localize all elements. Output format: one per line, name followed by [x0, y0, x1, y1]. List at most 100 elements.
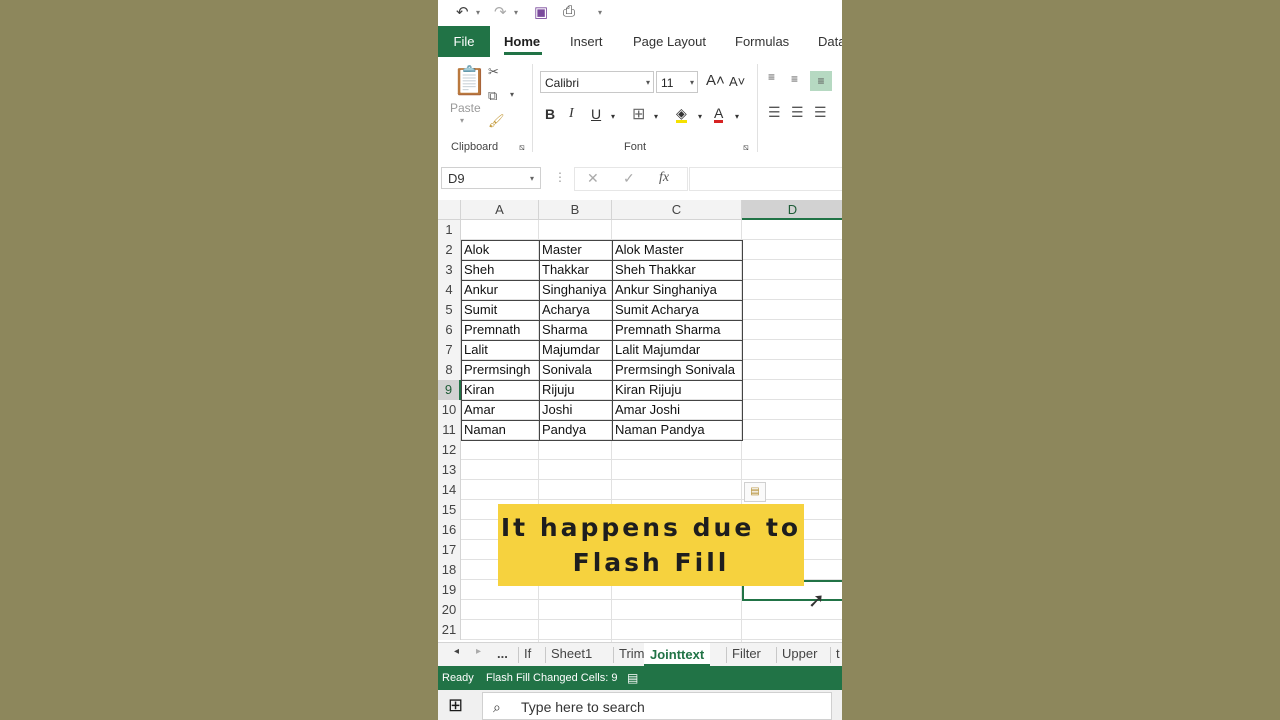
cell-b9[interactable]: Rijuju — [539, 380, 612, 400]
row-header-9[interactable]: 9 — [438, 380, 461, 400]
align-top-icon[interactable]: ≡ — [768, 70, 775, 84]
row-header-21[interactable]: 21 — [438, 620, 461, 640]
sheet-tab-trim[interactable]: Trim — [619, 646, 645, 661]
font-size-select[interactable]: 11 ▾ — [656, 71, 698, 93]
cell-a6[interactable]: Premnath — [461, 320, 539, 340]
save-icon[interactable]: ▣ — [534, 3, 548, 21]
align-middle-icon[interactable]: ≡ — [791, 72, 798, 86]
cell-a8[interactable]: Prermsingh — [461, 360, 539, 380]
underline-dropdown-icon[interactable]: ▾ — [611, 112, 615, 121]
align-bottom-icon[interactable]: ≡ — [810, 71, 832, 91]
align-center-icon[interactable]: ☰ — [791, 104, 804, 121]
cell-c3[interactable]: Sheh Thakkar — [612, 260, 742, 280]
cell-c10[interactable]: Amar Joshi — [612, 400, 742, 420]
more-sheets-button[interactable]: ... — [497, 646, 508, 661]
cell-c2[interactable]: Alok Master — [612, 240, 742, 260]
name-box[interactable]: D9 ▾ — [441, 167, 541, 189]
cell-b8[interactable]: Sonivala — [539, 360, 612, 380]
clipboard-launcher-icon[interactable]: ⧅ — [519, 142, 525, 153]
decrease-font-icon[interactable]: A˅ — [729, 74, 745, 89]
tab-file[interactable]: File — [438, 26, 490, 57]
cell-c5[interactable]: Sumit Acharya — [612, 300, 742, 320]
paste-dropdown-icon[interactable]: ▾ — [460, 116, 464, 125]
select-all-corner[interactable] — [438, 200, 461, 220]
sheet-tab-filter[interactable]: Filter — [732, 646, 761, 661]
print-preview-icon[interactable]: ⎙ — [563, 3, 575, 20]
cell-a7[interactable]: Lalit — [461, 340, 539, 360]
cell-c7[interactable]: Lalit Majumdar — [612, 340, 742, 360]
row-header-7[interactable]: 7 — [438, 340, 461, 360]
flash-fill-options-icon[interactable]: ▤ — [744, 482, 766, 502]
cell-a3[interactable]: Sheh — [461, 260, 539, 280]
redo-dropdown-icon[interactable]: ▾ — [514, 8, 518, 17]
cut-icon[interactable]: ✂ — [488, 64, 499, 80]
cell-b10[interactable]: Joshi — [539, 400, 612, 420]
row-header-14[interactable]: 14 — [438, 480, 461, 500]
borders-icon[interactable]: ⊞ — [632, 104, 645, 124]
cell-c11[interactable]: Naman Pandya — [612, 420, 742, 440]
copy-dropdown-icon[interactable]: ▾ — [510, 90, 514, 99]
borders-dropdown-icon[interactable]: ▾ — [654, 112, 658, 121]
cell-b2[interactable]: Master — [539, 240, 612, 260]
taskbar-search-box[interactable]: ⌕ Type here to search — [482, 692, 832, 720]
cell-c6[interactable]: Premnath Sharma — [612, 320, 742, 340]
cell-a4[interactable]: Ankur — [461, 280, 539, 300]
increase-font-icon[interactable]: A˄ — [706, 72, 725, 89]
tab-insert[interactable]: Insert — [570, 34, 603, 49]
drag-handle-icon[interactable]: ⋮ — [554, 170, 566, 184]
paste-icon[interactable]: 📋 — [452, 64, 487, 97]
insert-function-button[interactable]: fx — [659, 170, 669, 186]
fill-color-dropdown-icon[interactable]: ▾ — [698, 112, 702, 121]
row-header-11[interactable]: 11 — [438, 420, 461, 440]
row-header-15[interactable]: 15 — [438, 500, 461, 520]
column-header-a[interactable]: A — [461, 200, 539, 220]
row-header-20[interactable]: 20 — [438, 600, 461, 620]
row-header-3[interactable]: 3 — [438, 260, 461, 280]
undo-icon[interactable]: ↶ — [456, 3, 469, 21]
font-name-select[interactable]: Calibri ▾ — [540, 71, 654, 93]
sheet-tab-jointtext[interactable]: Jointtext — [644, 643, 711, 666]
copy-icon[interactable]: ⧉ — [488, 88, 497, 104]
cell-a5[interactable]: Sumit — [461, 300, 539, 320]
paste-label[interactable]: Paste — [450, 101, 481, 115]
cell-a2[interactable]: Alok — [461, 240, 539, 260]
row-header-13[interactable]: 13 — [438, 460, 461, 480]
row-header-12[interactable]: 12 — [438, 440, 461, 460]
tab-data[interactable]: Data — [818, 34, 842, 49]
tab-page-layout[interactable]: Page Layout — [633, 34, 706, 49]
underline-button[interactable]: U — [591, 106, 601, 122]
row-header-1[interactable]: 1 — [438, 220, 461, 240]
fill-color-icon[interactable]: ◈ — [676, 106, 687, 123]
cell-b3[interactable]: Thakkar — [539, 260, 612, 280]
row-header-2[interactable]: 2 — [438, 240, 461, 260]
row-header-5[interactable]: 5 — [438, 300, 461, 320]
cell-b11[interactable]: Pandya — [539, 420, 612, 440]
sheet-tab-upper[interactable]: Upper — [782, 646, 817, 661]
row-header-16[interactable]: 16 — [438, 520, 461, 540]
cell-c9[interactable]: Kiran Rijuju — [612, 380, 742, 400]
cell-b6[interactable]: Sharma — [539, 320, 612, 340]
row-header-17[interactable]: 17 — [438, 540, 461, 560]
cell-a9[interactable]: Kiran — [461, 380, 539, 400]
row-header-10[interactable]: 10 — [438, 400, 461, 420]
formula-input[interactable] — [689, 167, 842, 191]
row-header-18[interactable]: 18 — [438, 560, 461, 580]
cell-c4[interactable]: Ankur Singhaniya — [612, 280, 742, 300]
enter-icon[interactable]: ✓ — [623, 170, 635, 187]
align-left-icon[interactable]: ☰ — [768, 104, 781, 121]
tab-scroll-left-icon[interactable]: ◂ — [454, 646, 459, 657]
flash-fill-status-icon[interactable]: ▤ — [627, 666, 638, 690]
cell-a11[interactable]: Naman — [461, 420, 539, 440]
cancel-icon[interactable]: ✕ — [587, 170, 599, 187]
undo-dropdown-icon[interactable]: ▾ — [476, 8, 480, 17]
tab-home[interactable]: Home — [504, 34, 540, 49]
row-header-19[interactable]: 19 — [438, 580, 461, 600]
cell-a10[interactable]: Amar — [461, 400, 539, 420]
tab-formulas[interactable]: Formulas — [735, 34, 789, 49]
cell-b4[interactable]: Singhaniya — [539, 280, 612, 300]
format-painter-icon[interactable]: 🖌 — [488, 113, 505, 129]
cell-b5[interactable]: Acharya — [539, 300, 612, 320]
font-launcher-icon[interactable]: ⧅ — [743, 142, 749, 153]
row-header-8[interactable]: 8 — [438, 360, 461, 380]
column-header-b[interactable]: B — [539, 200, 612, 220]
